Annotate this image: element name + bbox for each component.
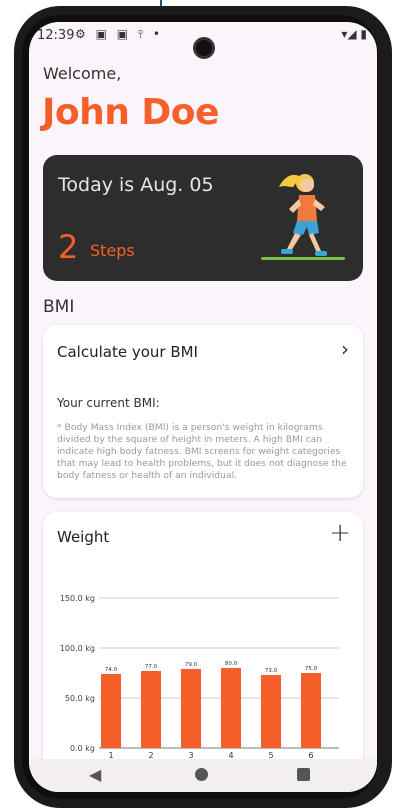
bar xyxy=(181,669,201,748)
user-name: John Doe xyxy=(42,92,219,133)
calculate-bmi-label: Calculate your BMI xyxy=(57,343,198,361)
steps-count: 2 xyxy=(58,228,79,266)
steps-card[interactable]: Today is Aug. 05 2 Steps xyxy=(43,155,363,281)
home-circle-icon[interactable] xyxy=(195,768,208,781)
bar-value-label: 79.0 xyxy=(185,662,198,668)
welcome-text: Welcome, xyxy=(43,64,122,83)
app-screen: 12:39 ⚙ ▣ ▣ ⫯ • ▾◢ ▮ Welcome, John Doe T… xyxy=(29,22,377,792)
bar xyxy=(301,673,321,748)
weight-card: Weight + 0.0 kg 50.0 kg 100.0 kg 150.0 kg 74… xyxy=(43,512,363,772)
weight-title: Weight xyxy=(57,528,110,546)
bar-value-label: 80.0 xyxy=(225,661,238,667)
signal-battery-icons: ▾◢ ▮ xyxy=(341,27,367,41)
y-tick-label: 0.0 kg xyxy=(70,744,95,753)
bar xyxy=(261,675,281,748)
steps-label: Steps xyxy=(90,241,135,260)
bar xyxy=(221,668,241,748)
bar-value-label: 73.0 xyxy=(265,668,278,674)
bar xyxy=(141,671,161,748)
y-tick-label: 150.0 kg xyxy=(60,594,95,603)
y-tick-label: 100.0 kg xyxy=(60,644,95,653)
bmi-card[interactable]: Calculate your BMI › Your current BMI: *… xyxy=(43,325,363,498)
status-time: 12:39 xyxy=(37,28,75,43)
recents-square-icon[interactable] xyxy=(297,768,310,781)
back-triangle-icon[interactable]: ◀ xyxy=(89,765,101,784)
bar xyxy=(101,674,121,748)
bmi-description: * Body Mass Index (BMI) is a person's we… xyxy=(57,422,347,481)
bmi-section-title: BMI xyxy=(43,297,75,317)
bar-value-label: 77.0 xyxy=(145,664,158,670)
chevron-right-icon[interactable]: › xyxy=(341,337,349,361)
bar-value-label: 75.0 xyxy=(305,666,318,672)
bar-value-label: 74.0 xyxy=(105,667,118,673)
camera-cutout xyxy=(193,37,215,59)
running-girl-illustration xyxy=(261,174,345,260)
weight-bar-chart: 0.0 kg50.0 kg100.0 kg150.0 kg74.0177.027… xyxy=(60,594,339,770)
y-tick-label: 50.0 kg xyxy=(65,694,95,703)
system-nav-bar: ◀ xyxy=(29,759,377,792)
today-date: Today is Aug. 05 xyxy=(58,174,214,196)
notification-icons: ⚙ ▣ ▣ ⫯ • xyxy=(75,27,163,41)
plus-icon[interactable]: + xyxy=(329,518,351,548)
current-bmi-label: Your current BMI: xyxy=(57,396,160,410)
